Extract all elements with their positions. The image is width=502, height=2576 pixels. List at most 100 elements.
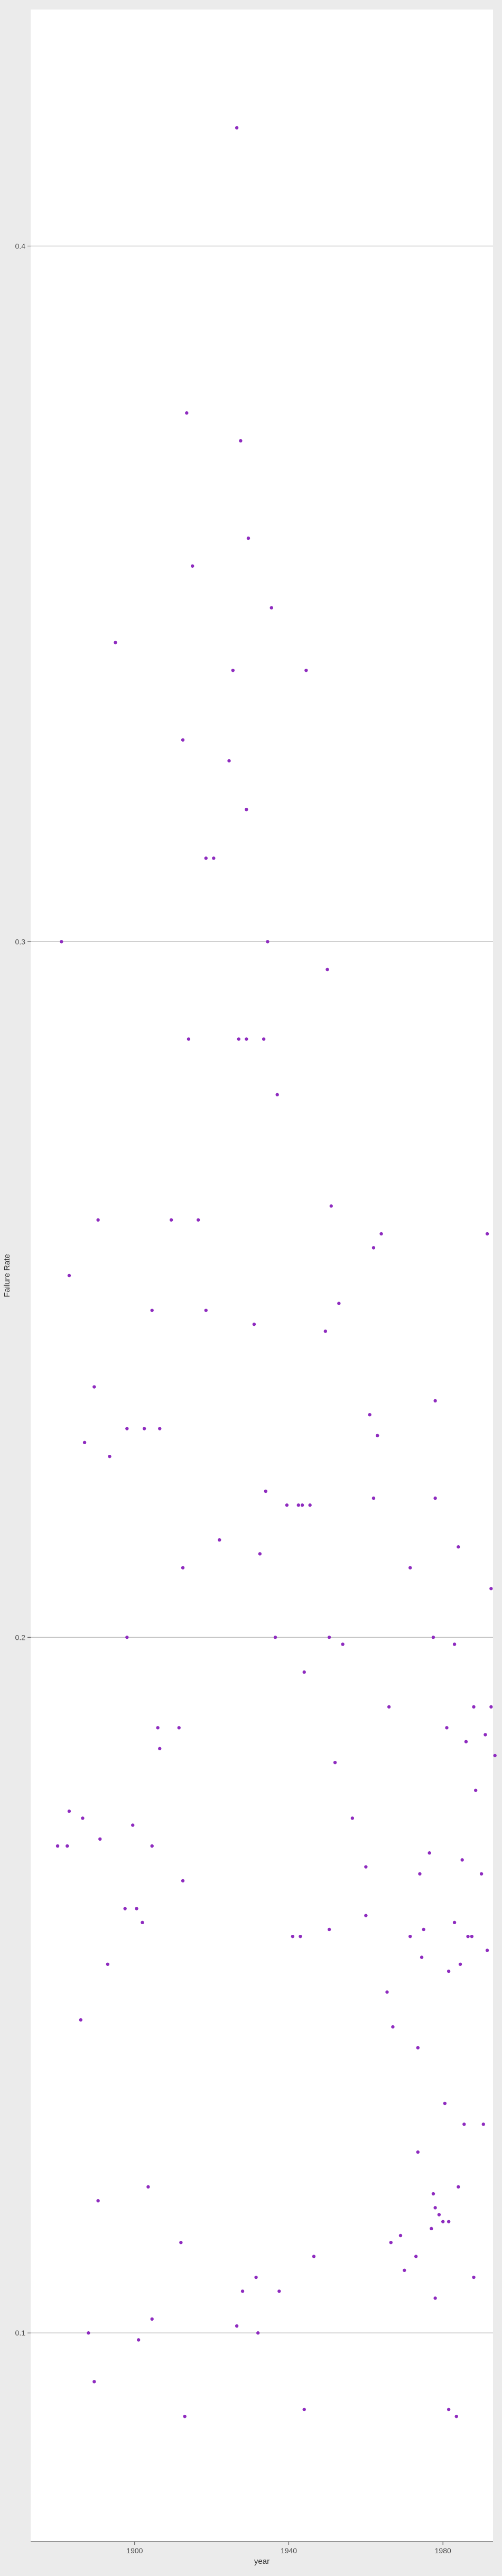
data-point: [368, 1412, 371, 1417]
data-point: [484, 1733, 487, 1737]
data-point: [187, 1037, 191, 1041]
data-point: [181, 1879, 185, 1883]
data-point: [376, 1434, 379, 1437]
data-point: [464, 1740, 468, 1743]
data-point: [285, 1503, 289, 1507]
data-point: [437, 2213, 441, 2217]
data-point: [430, 2227, 433, 2231]
data-point: [302, 1670, 306, 1674]
data-point: [235, 126, 239, 130]
data-point: [150, 1308, 154, 1312]
data-point: [371, 1246, 376, 1250]
data-point: [269, 606, 273, 610]
data-point: [408, 1934, 412, 1938]
data-point: [177, 1726, 181, 1730]
data-point: [141, 1921, 144, 1925]
data-point: [462, 2122, 466, 2126]
data-point: [245, 808, 248, 811]
data-point: [443, 2101, 447, 2106]
x-axis-title: year: [254, 2557, 269, 2566]
data-point: [275, 1093, 279, 1097]
data-point: [123, 1907, 127, 1910]
data-point: [299, 1934, 302, 1938]
data-point: [454, 2414, 458, 2418]
scatter-chart: 1900194019802000 0.10.20.30.4 year Failu…: [0, 0, 502, 2576]
data-point: [218, 1538, 221, 1542]
data-point: [156, 1726, 160, 1730]
data-point: [333, 1760, 337, 1765]
data-point: [181, 1566, 185, 1569]
data-point: [82, 1441, 87, 1445]
data-point: [379, 1232, 383, 1236]
data-point: [304, 668, 308, 672]
data-point: [262, 1037, 266, 1041]
data-point: [96, 1218, 100, 1222]
data-point: [302, 2407, 306, 2412]
data-point: [204, 856, 208, 860]
data-point: [79, 2018, 82, 2022]
data-point: [431, 1636, 435, 1639]
data-point: [337, 1301, 341, 1305]
data-point: [441, 2220, 445, 2223]
data-point: [350, 1816, 355, 1820]
data-point: [150, 1844, 154, 1848]
data-point: [489, 1586, 493, 1591]
data-point: [135, 1907, 138, 1910]
data-point: [55, 1844, 60, 1848]
plot-panel: [31, 10, 493, 2542]
data-point: [273, 1636, 277, 1639]
y-axis-title: Failure Rate: [3, 1254, 12, 1297]
data-point: [489, 1705, 493, 1709]
data-point: [466, 1934, 470, 1938]
data-point: [447, 1969, 451, 1973]
data-point: [150, 2317, 154, 2321]
data-point: [416, 2150, 420, 2154]
data-point: [433, 1399, 437, 1403]
data-point: [479, 1872, 484, 1876]
data-point: [485, 1949, 489, 1952]
data-point: [96, 2199, 100, 2203]
data-point: [158, 1427, 162, 1430]
data-point: [447, 2220, 451, 2223]
data-point: [256, 2331, 260, 2335]
data-point: [296, 1503, 300, 1507]
data-point: [485, 1232, 489, 1236]
y-tick-label: 0.2: [15, 1633, 26, 1641]
data-point: [403, 2268, 406, 2272]
data-point: [235, 2324, 239, 2328]
data-point: [433, 2296, 437, 2300]
data-point: [142, 1427, 146, 1430]
data-point: [416, 2046, 420, 2049]
data-point: [420, 1955, 424, 1959]
data-point: [258, 1552, 262, 1556]
data-point: [422, 1927, 425, 1932]
data-point: [433, 2206, 437, 2210]
x-tick-label: 1940: [281, 2546, 297, 2555]
data-point: [185, 411, 189, 415]
data-point: [179, 2240, 183, 2245]
data-point: [387, 1705, 391, 1709]
data-point: [92, 1385, 96, 1389]
data-point: [457, 2185, 460, 2189]
data-point: [364, 1865, 368, 1869]
data-point: [452, 1921, 457, 1925]
x-tick-label: 1900: [126, 2546, 143, 2555]
data-point: [326, 967, 329, 972]
data-point: [245, 1037, 248, 1041]
data-point: [277, 2289, 281, 2293]
data-point: [447, 2407, 451, 2412]
data-point: [196, 1218, 200, 1222]
data-point: [252, 1322, 256, 1326]
y-tick-label: 0.4: [15, 242, 26, 250]
data-point: [240, 2289, 245, 2293]
data-point: [364, 1914, 368, 1917]
data-point: [237, 1037, 240, 1041]
data-point: [106, 1962, 110, 1966]
data-point: [108, 1454, 111, 1458]
data-point: [92, 2380, 96, 2384]
data-point: [327, 1927, 331, 1932]
data-point: [246, 536, 250, 540]
data-point: [66, 1844, 69, 1848]
data-point: [146, 2185, 150, 2189]
data-point: [125, 1427, 129, 1430]
